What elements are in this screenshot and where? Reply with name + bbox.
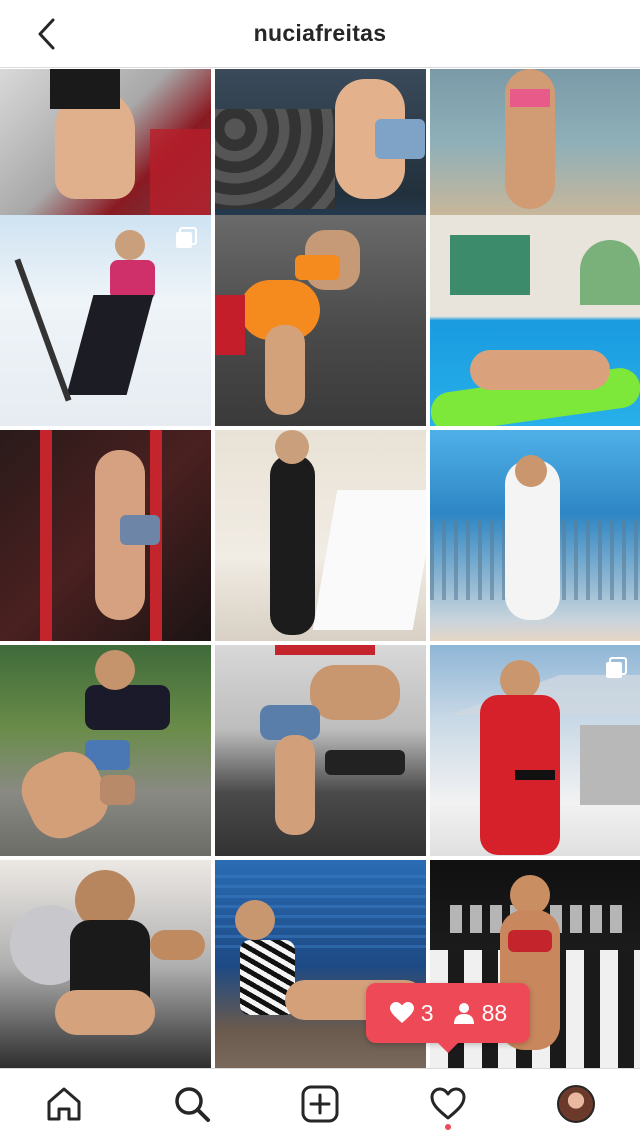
- multi-photo-icon: [176, 227, 197, 248]
- nav-add-post[interactable]: [288, 1072, 352, 1136]
- activity-popup[interactable]: 3 88: [366, 983, 530, 1053]
- grid-post[interactable]: [430, 215, 640, 426]
- grid-post[interactable]: [0, 430, 211, 641]
- nav-search[interactable]: [160, 1072, 224, 1136]
- nav-profile[interactable]: [544, 1072, 608, 1136]
- home-icon: [47, 1087, 81, 1120]
- add-post-icon: [301, 1085, 339, 1122]
- grid-post[interactable]: [215, 430, 426, 641]
- grid-post[interactable]: [430, 430, 640, 641]
- photo-grid: [0, 69, 640, 1068]
- followers-count: 88: [481, 999, 508, 1026]
- likes-count-group: 3: [389, 1000, 434, 1027]
- nav-home[interactable]: [32, 1072, 96, 1136]
- grid-post[interactable]: [0, 215, 211, 426]
- likes-count: 3: [420, 999, 434, 1026]
- heart-icon: [430, 1087, 466, 1119]
- followers-count-group: 88: [452, 999, 508, 1027]
- person-icon: [453, 1003, 474, 1024]
- profile-username: nuciafreitas: [253, 20, 387, 46]
- top-bar: nuciafreitas: [0, 0, 640, 68]
- profile-avatar: [557, 1084, 595, 1123]
- nav-activity[interactable]: [416, 1072, 480, 1136]
- grid-post[interactable]: [215, 645, 426, 856]
- heart-filled-icon: [389, 1002, 414, 1023]
- multi-photo-icon: [606, 657, 627, 678]
- bottom-nav: [0, 1068, 640, 1138]
- grid-post[interactable]: [0, 645, 211, 856]
- grid-post[interactable]: [215, 215, 426, 426]
- notification-dot: [445, 1123, 451, 1130]
- search-icon: [175, 1086, 210, 1122]
- back-button[interactable]: [26, 14, 66, 54]
- chevron-left-icon: [38, 18, 55, 50]
- grid-post[interactable]: [430, 645, 640, 856]
- grid-post[interactable]: [0, 860, 211, 1068]
